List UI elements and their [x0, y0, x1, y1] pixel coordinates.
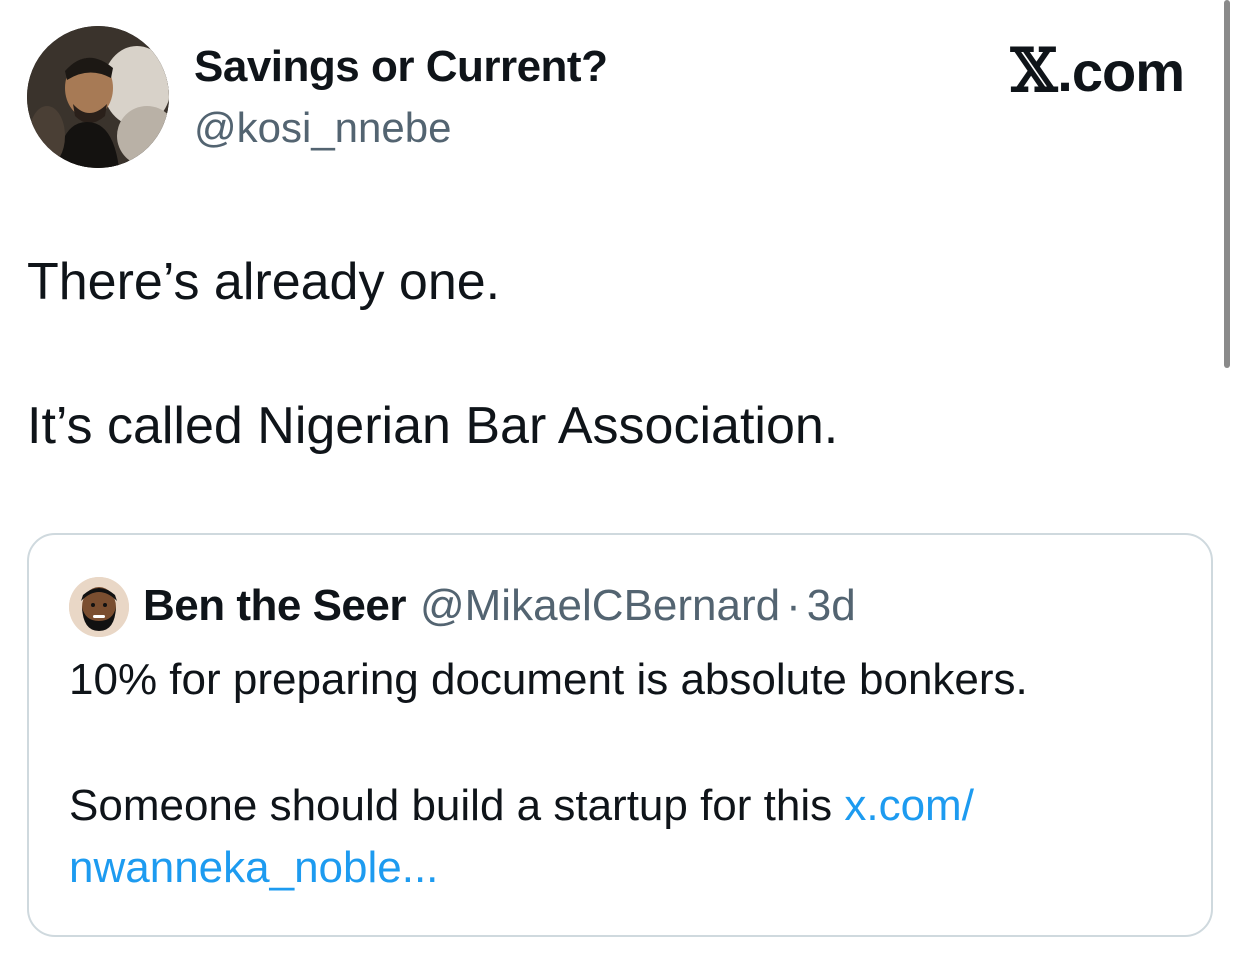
separator-dot: · — [786, 581, 801, 630]
quoted-post-card[interactable]: Ben the Seer @MikaelCBernard · 3d 10% fo… — [27, 533, 1213, 937]
display-name[interactable]: Savings or Current? — [194, 42, 608, 92]
scrollbar[interactable] — [1224, 0, 1230, 368]
quoted-link-continued[interactable]: nwanneka_noble... — [69, 841, 438, 895]
avatar[interactable] — [27, 26, 169, 168]
quoted-display-name[interactable]: Ben the Seer — [143, 581, 406, 631]
quoted-text: Someone should build a startup for this — [69, 781, 845, 830]
quoted-header: Ben the Seer @MikaelCBernard · 3d — [143, 581, 856, 631]
quoted-avatar[interactable] — [69, 577, 129, 637]
user-handle[interactable]: @kosi_nnebe — [194, 104, 451, 152]
post-text-line-1: There’s already one. — [27, 253, 501, 311]
brand-logo: 𝕏 .com — [1010, 36, 1185, 106]
quoted-text-line-1: 10% for preparing document is absolute b… — [69, 655, 1028, 704]
x-logo-icon: 𝕏 — [1010, 36, 1058, 106]
quoted-handle[interactable]: @MikaelCBernard — [420, 581, 780, 631]
quoted-timestamp[interactable]: 3d — [807, 581, 856, 631]
quoted-text-line-2: Someone should build a startup for this … — [69, 779, 974, 833]
post-text-line-2: It’s called Nigerian Bar Association. — [27, 397, 839, 455]
quoted-link[interactable]: x.com/ — [844, 781, 974, 830]
brand-domain: .com — [1057, 39, 1185, 103]
